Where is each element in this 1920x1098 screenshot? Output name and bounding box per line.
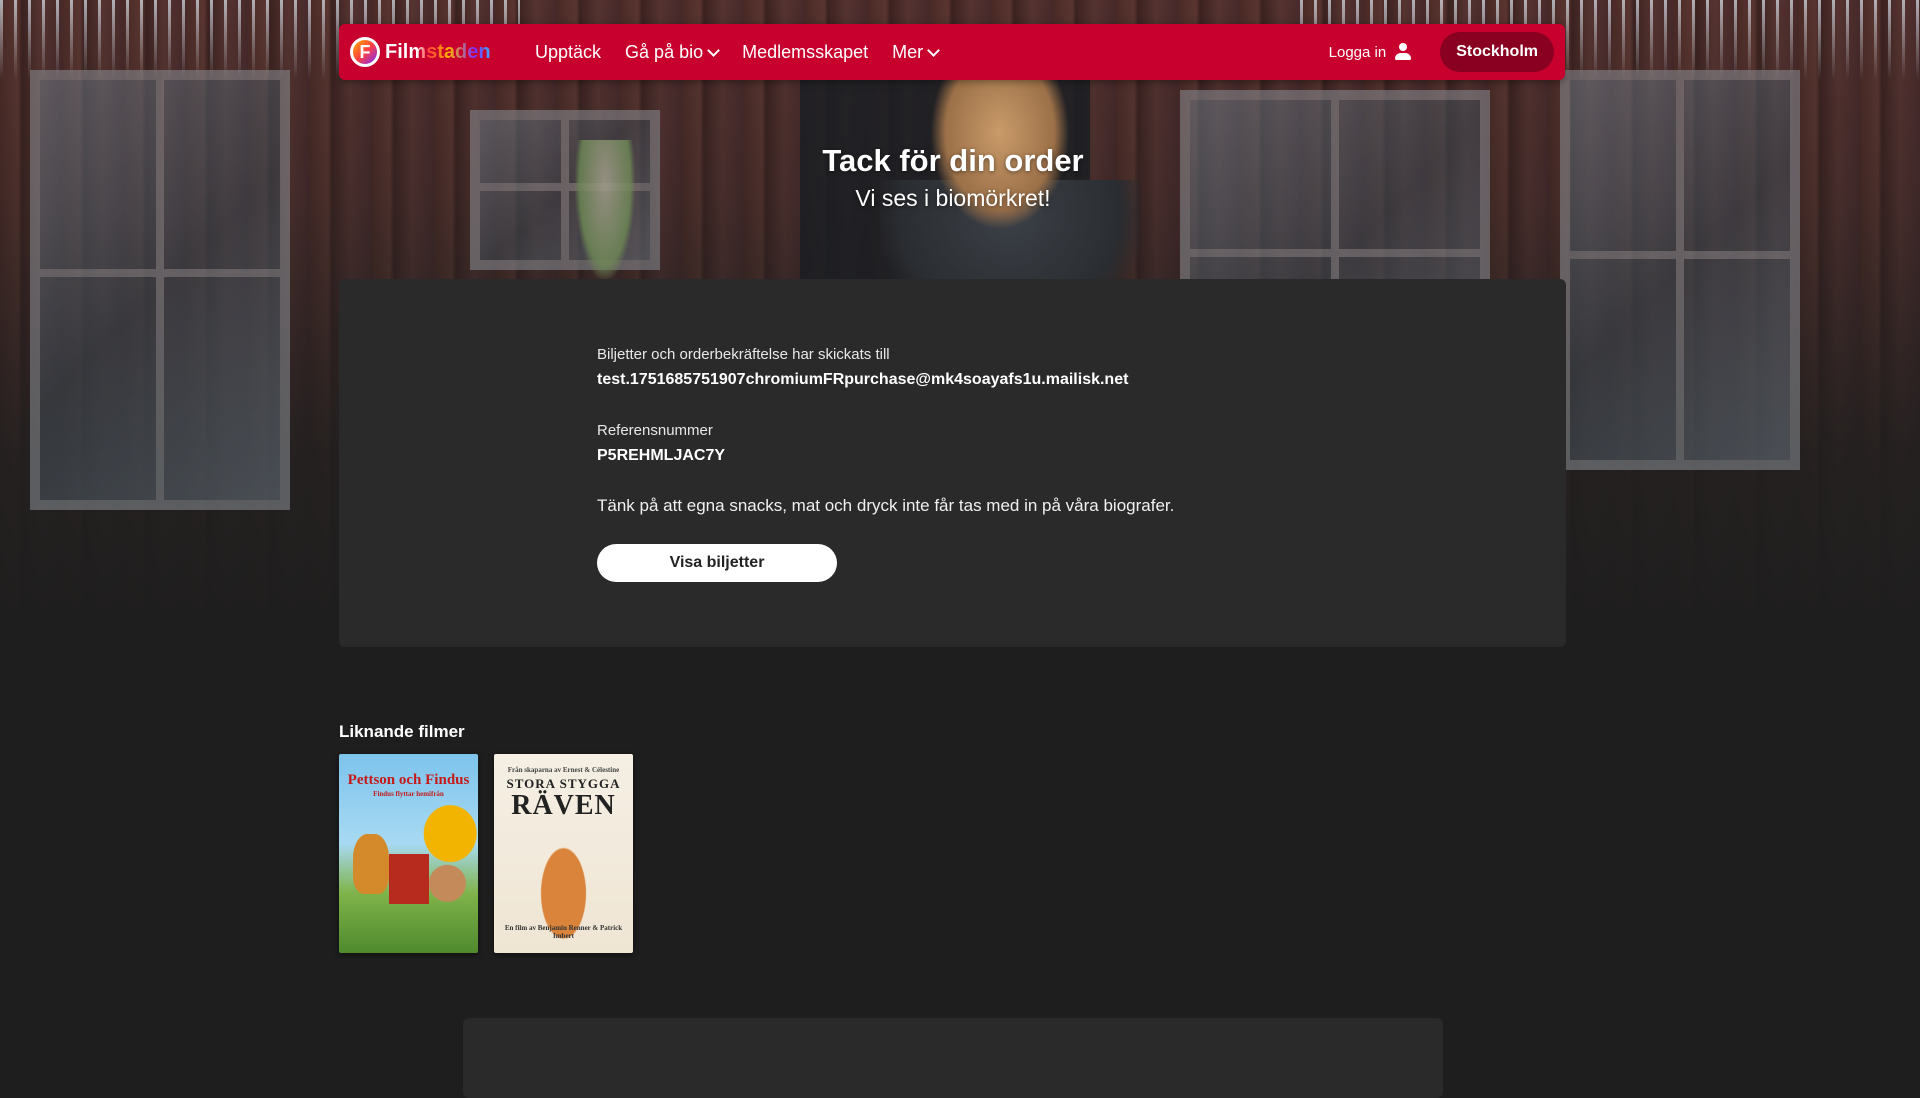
chevron-down-icon bbox=[927, 43, 941, 57]
window-decoration bbox=[30, 70, 290, 510]
nav-link-ga-pa-bio[interactable]: Gå på bio bbox=[625, 41, 720, 63]
movie-poster-stora-stygga-raven[interactable]: Från skaparna av Ernest & Célestine STOR… bbox=[494, 754, 633, 953]
top-navbar: F Filmstaden Upptäck Gå på bio Medlemssk… bbox=[339, 24, 1565, 80]
show-tickets-button[interactable]: Visa biljetter bbox=[597, 544, 837, 582]
confirmation-content: Biljetter och orderbekräftelse har skick… bbox=[597, 346, 1174, 582]
city-label: Stockholm bbox=[1456, 43, 1538, 60]
snacks-notice: Tänk på att egna snacks, mat och dryck i… bbox=[597, 496, 1175, 515]
poster-tagline: Från skaparna av Ernest & Célestine bbox=[507, 766, 620, 774]
order-confirmation-card: Biljetter och orderbekräftelse har skick… bbox=[339, 279, 1566, 647]
findus-illustration bbox=[353, 834, 389, 894]
poster-credit: En film av Benjamin Renner & Patrick Imb… bbox=[504, 924, 623, 941]
reference-block: Referensnummer P5REHMLJAC7Y bbox=[597, 422, 1174, 465]
nav-right: Logga in Stockholm bbox=[1329, 32, 1565, 72]
nav-link-label: Upptäck bbox=[535, 41, 602, 62]
logo-text: Filmstaden bbox=[385, 40, 491, 63]
nav-link-mer[interactable]: Mer bbox=[892, 41, 941, 63]
reference-label: Referensnummer bbox=[597, 422, 713, 439]
nav-link-medlemsskapet[interactable]: Medlemsskapet bbox=[742, 42, 868, 63]
poster-title-line2: RÄVEN bbox=[511, 790, 616, 821]
chevron-down-icon bbox=[707, 43, 720, 57]
site-logo[interactable]: F Filmstaden bbox=[350, 37, 510, 67]
show-tickets-label: Visa biljetter bbox=[669, 554, 765, 571]
window-decoration bbox=[1560, 70, 1800, 470]
login-label: Logga in bbox=[1328, 43, 1387, 61]
logo-mark-icon: F bbox=[350, 37, 380, 67]
nav-link-label: Gå på bio bbox=[625, 41, 704, 62]
city-selector-button[interactable]: Stockholm bbox=[1440, 32, 1554, 72]
similar-movies-heading: Liknande filmer bbox=[339, 722, 465, 741]
nav-link-label: Mer bbox=[892, 41, 924, 62]
login-button[interactable]: Logga in bbox=[1329, 43, 1413, 61]
page-subtitle: Vi ses i biomörkret! bbox=[855, 185, 1051, 211]
nav-link-upptack[interactable]: Upptäck bbox=[535, 42, 601, 63]
nav-link-label: Medlemsskapet bbox=[742, 41, 869, 62]
similar-movies-list: Pettson och Findus Findus flyttar hemifr… bbox=[339, 754, 649, 953]
reference-number: P5REHMLJAC7Y bbox=[597, 447, 726, 464]
house-illustration bbox=[389, 854, 429, 904]
nav-links: Upptäck Gå på bio Medlemsskapet Mer bbox=[535, 42, 962, 63]
email-block: Biljetter och orderbekräftelse har skick… bbox=[597, 346, 1174, 389]
bottom-panel bbox=[463, 1018, 1443, 1098]
sent-to-label: Biljetter och orderbekräftelse har skick… bbox=[597, 346, 890, 363]
movie-poster-pettson-findus[interactable]: Pettson och Findus Findus flyttar hemifr… bbox=[339, 754, 478, 953]
poster-title: Pettson och Findus bbox=[347, 772, 470, 788]
user-icon bbox=[1394, 43, 1412, 61]
email-value: test.1751685751907chromiumFRpurchase@mk4… bbox=[597, 371, 1129, 388]
poster-subtitle: Findus flyttar hemifrån bbox=[373, 790, 444, 798]
page-title: Tack för din order bbox=[822, 143, 1084, 178]
